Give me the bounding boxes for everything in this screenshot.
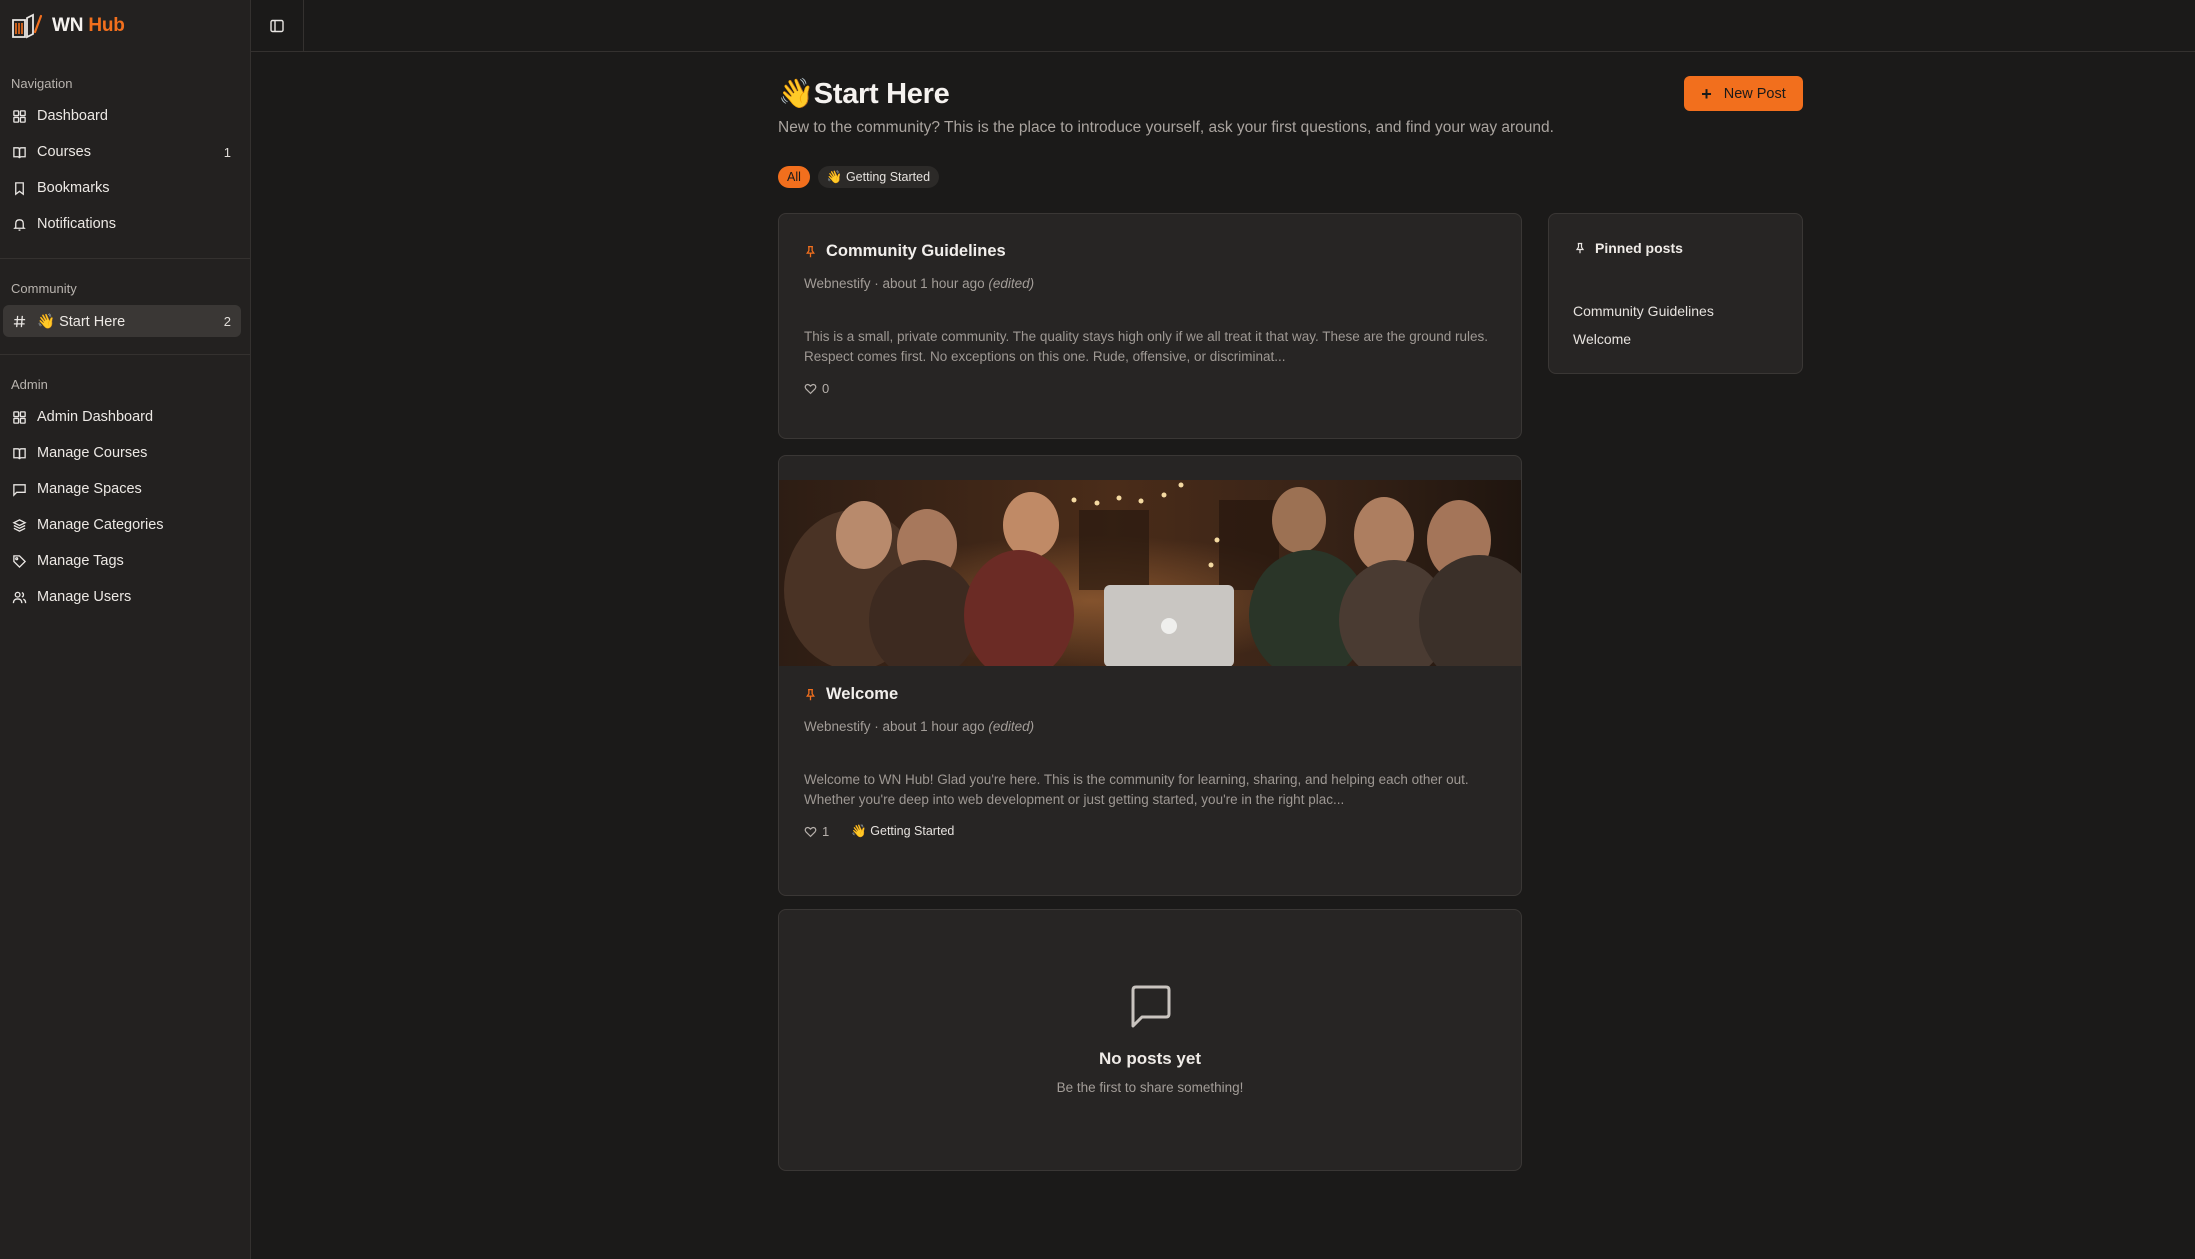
pinned-link-community-guidelines[interactable]: Community Guidelines [1573,303,1714,319]
section-label-community: Community [11,281,77,296]
post-card[interactable]: Community Guidelines Webnestify · about … [778,213,1522,439]
like-button[interactable]: 0 [804,381,829,396]
sidebar-item-label: Manage Categories [37,517,164,533]
heart-icon [804,826,817,838]
sidebar: WN Hub Navigation Dashboard Courses 1 Bo… [0,0,251,1259]
post-author[interactable]: Webnestify [804,719,871,734]
new-post-label: New Post [1723,85,1786,102]
book-icon [13,146,26,158]
book-icon [13,447,26,459]
message-square-icon [1131,985,1171,1028]
post-tag[interactable]: 👋 Getting Started [851,824,954,839]
new-post-button[interactable]: + New Post [1684,76,1803,111]
post-title[interactable]: Welcome [826,685,898,704]
pinned-posts-heading-label: Pinned posts [1595,240,1683,256]
sidebar-item-notifications[interactable]: Notifications [3,208,241,240]
panel-left-icon [270,19,284,32]
sidebar-item-label: Courses [37,144,91,160]
pin-icon [806,688,815,701]
pinned-link-welcome[interactable]: Welcome [1573,331,1631,347]
app-root: WN Hub Navigation Dashboard Courses 1 Bo… [0,0,2195,1259]
post-time: about 1 hour ago [882,276,985,291]
sidebar-item-label: Manage Spaces [37,481,142,497]
post-edited-flag: (edited) [988,276,1035,291]
pin-icon [806,245,815,258]
post-author[interactable]: Webnestify [804,276,871,291]
sidebar-item-label: Notifications [37,216,116,232]
bell-icon [13,218,26,231]
brand[interactable]: WN Hub [0,0,250,52]
sidebar-item-manage-courses[interactable]: Manage Courses [3,437,241,469]
sidebar-item-manage-spaces[interactable]: Manage Spaces [3,473,241,505]
post-meta: Webnestify · about 1 hour ago (edited) [804,719,1035,734]
sidebar-item-label: Bookmarks [37,180,110,196]
post-excerpt: This is a small, private community. The … [804,329,1489,364]
post-time: about 1 hour ago [882,719,985,734]
topbar [251,0,2195,52]
sidebar-item-start-here[interactable]: 👋 Start Here 2 [3,305,241,337]
heart-icon [804,383,817,395]
tag-icon [13,554,27,568]
like-count: 0 [822,381,830,396]
like-count: 1 [822,824,830,839]
start-here-count-badge: 2 [223,313,231,329]
post-cover-image [779,480,1521,666]
sidebar-item-label: Dashboard [37,108,108,124]
brand-name: WN Hub [52,15,125,36]
sidebar-item-label: Manage Users [37,589,132,605]
empty-state-title: No posts yet [1098,1049,1202,1068]
sidebar-item-label: Manage Courses [37,445,148,461]
layers-icon [12,518,27,532]
empty-state-card: No posts yet Be the first to share somet… [778,909,1522,1171]
section-label-navigation: Navigation [11,76,73,91]
post-meta: Webnestify · about 1 hour ago (edited) [804,276,1035,291]
pin-icon [1575,242,1585,254]
post-title-row: Community Guidelines [804,242,1006,261]
empty-state-subtitle: Be the first to share something! [1056,1080,1244,1095]
bookmark-icon [15,181,24,195]
filter-chip-getting-started[interactable]: 👋 Getting Started [817,166,940,188]
sidebar-item-dashboard[interactable]: Dashboard [3,100,241,132]
like-button[interactable]: 1 [804,824,829,839]
sidebar-item-manage-categories[interactable]: Manage Categories [3,509,241,541]
post-excerpt: Welcome to WN Hub! Glad you're here. Thi… [804,772,1469,807]
grid-icon [13,109,26,123]
grid-icon [13,410,26,424]
filter-chip-all[interactable]: All [778,166,810,188]
sidebar-toggle-button[interactable] [251,0,304,51]
page-description: New to the community? This is the place … [778,119,1554,136]
courses-count-badge: 1 [223,144,231,160]
page-title: 👋Start Here [778,78,950,110]
pinned-posts-panel: Pinned posts Community Guidelines Welcom… [1548,213,1803,374]
brand-logo-icon [12,13,43,39]
post-footer: 0 [804,381,829,396]
sidebar-item-manage-tags[interactable]: Manage Tags [3,545,241,577]
message-square-icon [13,483,26,497]
main-area: 👋Start Here New to the community? This i… [251,0,2195,1259]
post-title-row: Welcome [804,685,898,704]
pinned-posts-heading: Pinned posts [1574,240,1683,256]
filter-chips: All 👋 Getting Started [778,166,940,188]
post-title[interactable]: Community Guidelines [826,242,1006,261]
plus-icon: + [1701,83,1712,104]
sidebar-item-admin-dashboard[interactable]: Admin Dashboard [3,401,241,433]
post-edited-flag: (edited) [988,719,1035,734]
sidebar-item-courses[interactable]: Courses 1 [3,136,241,168]
sidebar-item-label: Admin Dashboard [37,409,154,425]
post-footer: 1 👋 Getting Started [804,824,954,839]
hash-icon [13,315,26,327]
post-card[interactable]: Welcome Webnestify · about 1 hour ago (e… [778,455,1522,896]
users-icon [12,591,27,603]
sidebar-item-manage-users[interactable]: Manage Users [3,581,241,613]
sidebar-item-bookmarks[interactable]: Bookmarks [3,172,241,204]
sidebar-item-label: 👋 Start Here [37,313,126,330]
section-label-admin: Admin [11,377,48,392]
sidebar-item-label: Manage Tags [37,553,124,569]
